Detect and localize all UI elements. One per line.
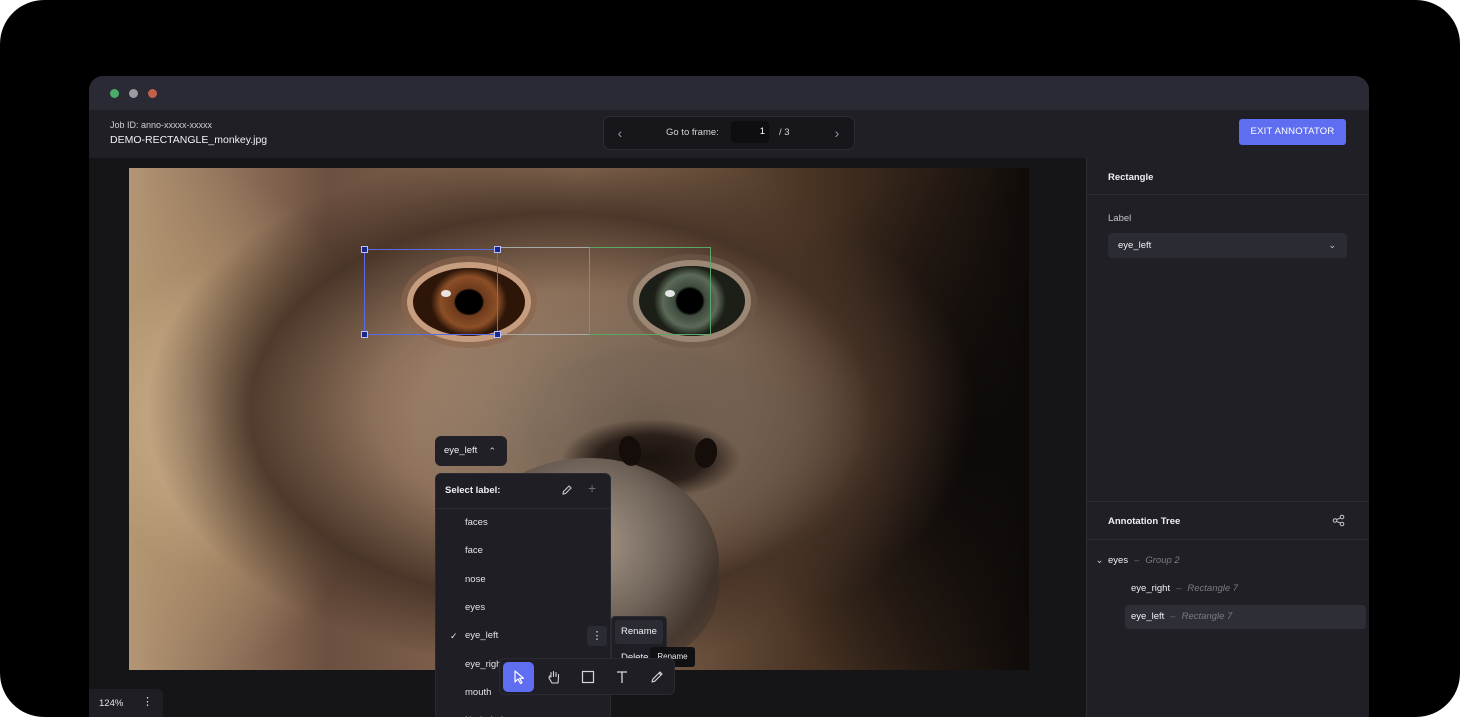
- text-tool-button[interactable]: [606, 662, 637, 692]
- check-icon: ✓: [450, 631, 458, 642]
- divider: [1087, 539, 1369, 540]
- cursor-icon: [514, 670, 525, 685]
- canvas-area[interactable]: eye_left ⌃ Select label: + faces face nose…: [89, 158, 1086, 717]
- zoom-control: 124% ⋮: [89, 689, 163, 717]
- tree-item-separator: –: [1176, 583, 1182, 594]
- chevron-down-icon[interactable]: ⌄: [1091, 549, 1108, 573]
- pan-tool-button[interactable]: [538, 662, 569, 692]
- chevron-right-icon: ›: [834, 125, 840, 141]
- header-bar: Job ID: anno-xxxxx-xxxxx DEMO-RECTANGLE_…: [89, 110, 1369, 159]
- more-options-icon[interactable]: ⋮: [587, 626, 607, 647]
- annotator-window: Job ID: anno-xxxxx-xxxxx DEMO-RECTANGLE_…: [89, 76, 1369, 717]
- rectangle-tool-button[interactable]: [572, 662, 603, 692]
- tree-item-separator: –: [1134, 555, 1140, 566]
- tree-item-name: eye_left: [1131, 611, 1165, 622]
- label-option-text: faces: [465, 517, 488, 528]
- bbox-eyes-group[interactable]: [498, 247, 590, 335]
- maximize-traffic-light[interactable]: [148, 89, 157, 98]
- chevron-left-icon: ‹: [617, 125, 623, 141]
- image-nostril: [692, 436, 720, 470]
- bbox-label-chip[interactable]: eye_left ⌃: [435, 436, 507, 466]
- resize-handle[interactable]: [494, 331, 501, 338]
- label-option-text: eyes: [465, 601, 486, 613]
- device-frame: Job ID: anno-xxxxx-xxxxx DEMO-RECTANGLE_…: [0, 0, 1460, 717]
- label-option[interactable]: faces: [439, 510, 607, 536]
- zoom-level[interactable]: 124%: [99, 698, 123, 709]
- tree-item-eyes[interactable]: ⌄ eyes – Group 2: [1091, 549, 1361, 573]
- label-select-value: eye_left: [1118, 240, 1152, 251]
- label-option[interactable]: nose: [439, 567, 607, 593]
- label-option[interactable]: face: [439, 538, 607, 564]
- share-icon[interactable]: [1332, 514, 1346, 528]
- label-dropdown-title: Select label:: [445, 485, 501, 496]
- label-select[interactable]: eye_left ⌄: [1108, 233, 1347, 258]
- tree-item-kind: Group 2: [1145, 555, 1180, 566]
- label-option-text: eye_left: [465, 630, 499, 642]
- label-option[interactable]: No Label: [439, 708, 607, 717]
- title-bar: [89, 76, 1369, 110]
- frame-number-input[interactable]: 1: [731, 121, 769, 143]
- tree-item-name: eyes: [1108, 555, 1129, 566]
- label-option-text: No Label: [465, 708, 503, 717]
- panel-title: Rectangle: [1108, 172, 1154, 183]
- rectangle-icon: [581, 670, 595, 684]
- divider: [1087, 501, 1369, 502]
- label-option[interactable]: ✓ eye_left ⋮: [439, 623, 607, 649]
- tree-item-kind: Rectangle 7: [1181, 611, 1233, 622]
- add-label-icon[interactable]: +: [588, 480, 596, 496]
- job-id: Job ID: anno-xxxxx-xxxxx: [110, 120, 213, 130]
- resize-handle[interactable]: [361, 246, 368, 253]
- select-tool-button[interactable]: [503, 662, 534, 692]
- tree-item-separator: –: [1170, 611, 1176, 622]
- label-option-text: nose: [465, 573, 486, 585]
- label-field-caption: Label: [1108, 213, 1132, 224]
- prev-frame-button[interactable]: ‹: [610, 123, 630, 143]
- zoom-menu-icon[interactable]: ⋮: [142, 695, 153, 708]
- tree-item-name: eye_right: [1131, 583, 1171, 594]
- resize-handle[interactable]: [494, 246, 501, 253]
- label-option-text: mouth: [465, 686, 492, 698]
- next-frame-button[interactable]: ›: [827, 123, 847, 143]
- pen-tool-button[interactable]: [641, 662, 672, 692]
- hand-icon: [548, 670, 560, 684]
- label-option-text: face: [465, 545, 483, 557]
- properties-panel: Rectangle Label eye_left ⌄ Annotation Tr…: [1086, 158, 1369, 717]
- file-name: DEMO-RECTANGLE_monkey.jpg: [110, 134, 268, 146]
- minimize-traffic-light[interactable]: [129, 89, 138, 98]
- annotation-tree-title: Annotation Tree: [1108, 516, 1181, 527]
- bbox-eye-left-selected[interactable]: [361, 246, 501, 338]
- tree-item-kind: Rectangle 7: [1187, 583, 1239, 594]
- label-option[interactable]: eyes: [439, 595, 607, 621]
- bbox-label-text: eye_left: [444, 445, 478, 456]
- tree-item-eye-right[interactable]: eye_right – Rectangle 7: [1125, 577, 1361, 601]
- pencil-icon[interactable]: [561, 483, 575, 497]
- label-dropdown-header: Select label: +: [436, 474, 610, 509]
- divider: [1087, 194, 1369, 195]
- exit-annotator-button[interactable]: EXIT ANNOTATOR: [1239, 119, 1346, 145]
- close-traffic-light[interactable]: [110, 89, 119, 98]
- chevron-down-icon: ⌄: [1328, 240, 1336, 250]
- pen-icon: [651, 671, 663, 683]
- resize-handle[interactable]: [361, 331, 368, 338]
- bbox-eye-right[interactable]: [589, 247, 711, 335]
- frame-navigator: ‹ Go to frame: 1 / 3 ›: [603, 116, 855, 150]
- tree-item-eye-left[interactable]: eye_left – Rectangle 7: [1125, 605, 1366, 629]
- drawing-toolbar: [499, 658, 675, 695]
- goto-frame-label: Go to frame:: [666, 127, 719, 138]
- chevron-up-icon: ⌃: [488, 446, 496, 456]
- text-icon: [617, 671, 627, 683]
- rename-menu-item[interactable]: Rename: [615, 620, 663, 644]
- frame-total: / 3: [779, 127, 790, 138]
